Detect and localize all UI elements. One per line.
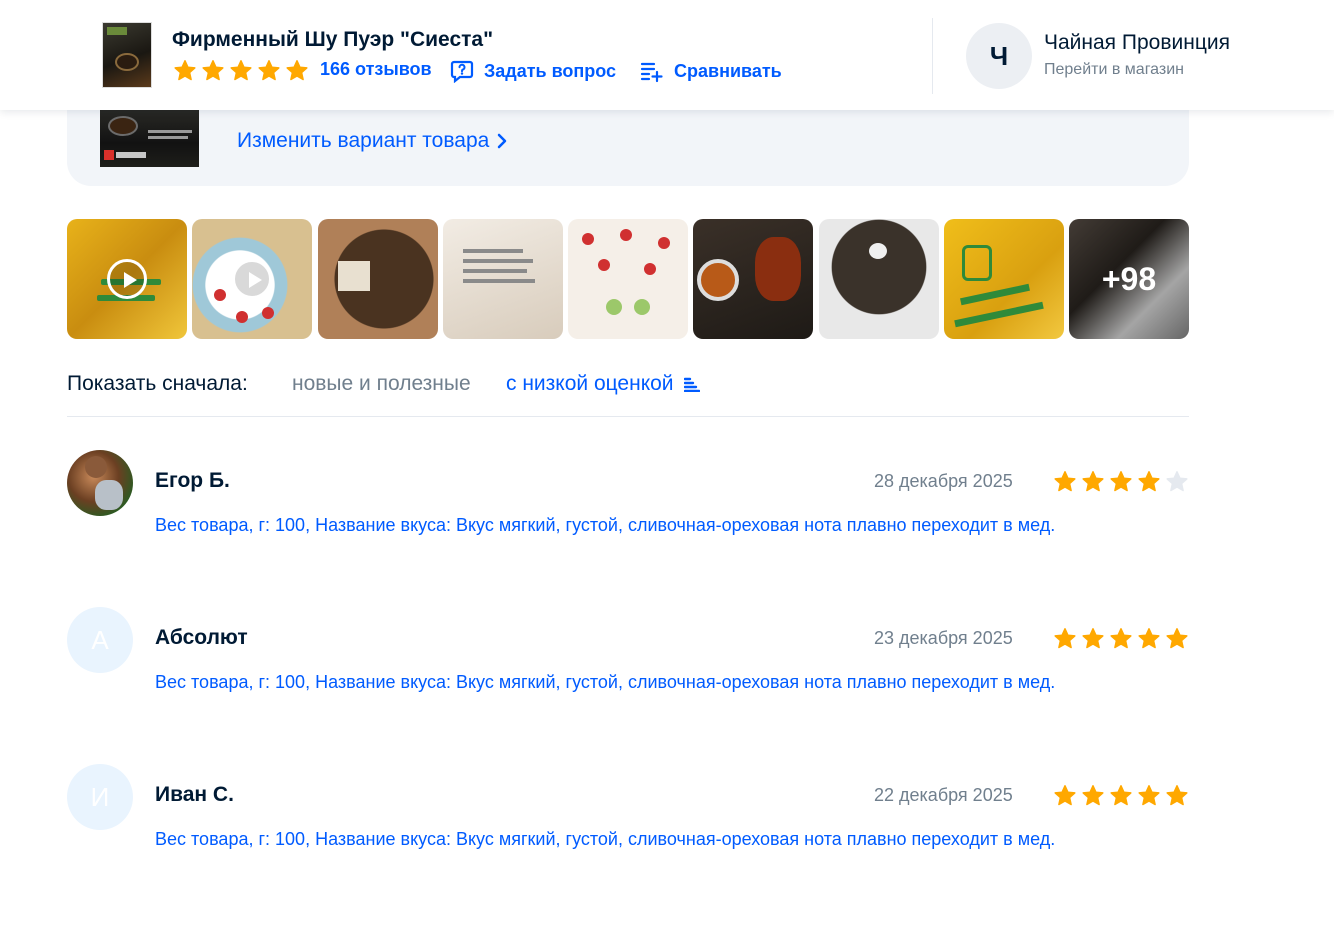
question-bubble-icon [450, 60, 474, 83]
sort-option-low-rating[interactable]: с низкой оценкой [506, 372, 700, 396]
star-filled-icon [1138, 471, 1160, 492]
gallery-photo-more[interactable]: +98 [1069, 219, 1189, 339]
play-video-icon [232, 259, 272, 299]
gallery-photo-video-2[interactable] [192, 219, 312, 339]
review-author[interactable]: Иван С. [155, 783, 234, 807]
header-divider [932, 18, 933, 94]
shop-name[interactable]: Чайная Провинция [1044, 31, 1230, 55]
sort-label: Показать сначала: [67, 372, 248, 395]
play-video-icon [107, 259, 147, 299]
star-filled-icon [1082, 628, 1104, 649]
review-variant-info[interactable]: Вес товара, г: 100, Название вкуса: Вкус… [155, 672, 1055, 693]
star-filled-icon [1110, 471, 1132, 492]
star-empty-icon [1166, 471, 1188, 492]
product-sticky-header: Фирменный Шу Пуэр "Сиеста" 166 отзывов З… [0, 0, 1334, 110]
star-filled-icon [1138, 628, 1160, 649]
reviews-count-link[interactable]: 166 отзывов [320, 59, 432, 80]
sort-option-low-rating-label: с низкой оценкой [506, 372, 674, 395]
review-date: 23 декабря 2025 [874, 628, 1013, 648]
star-filled-icon [1082, 471, 1104, 492]
shop-avatar[interactable]: Ч [966, 23, 1032, 89]
compare-button[interactable]: Сравнивать [640, 59, 782, 83]
avatar[interactable]: И [67, 764, 133, 830]
review-variant-info[interactable]: Вес товара, г: 100, Название вкуса: Вкус… [155, 515, 1055, 536]
ask-question-button[interactable]: Задать вопрос [450, 59, 616, 83]
review-item: Егор Б. 28 декабря 2025 Вес товара, г: 1… [67, 450, 1189, 560]
star-filled-icon [1166, 628, 1188, 649]
star-filled-icon [1054, 628, 1076, 649]
more-photos-count: +98 [1069, 219, 1189, 339]
star-filled-icon [1110, 785, 1132, 806]
star-filled-icon [258, 60, 280, 81]
star-filled-icon [174, 60, 196, 81]
star-filled-icon [1166, 785, 1188, 806]
compare-list-icon [640, 62, 663, 83]
product-title: Фирменный Шу Пуэр "Сиеста" [172, 28, 494, 51]
star-filled-icon [1110, 628, 1132, 649]
gallery-photo-3[interactable] [318, 219, 438, 339]
sort-option-new-useful[interactable]: новые и полезные [292, 372, 471, 396]
change-variant-link[interactable]: Изменить вариант товара [237, 129, 507, 153]
sort-ascending-icon [683, 377, 700, 392]
change-variant-label: Изменить вариант товара [237, 129, 490, 152]
star-filled-icon [202, 60, 224, 81]
avatar[interactable]: А [67, 607, 133, 673]
gallery-photo-video-1[interactable] [67, 219, 187, 339]
star-filled-icon [1082, 785, 1104, 806]
go-to-shop-link[interactable]: Перейти в магазин [1044, 61, 1184, 79]
avatar[interactable] [67, 450, 133, 516]
star-filled-icon [286, 60, 308, 81]
star-filled-icon [1054, 785, 1076, 806]
star-filled-icon [1138, 785, 1160, 806]
ask-question-label: Задать вопрос [484, 60, 617, 81]
review-author[interactable]: Егор Б. [155, 469, 230, 493]
variant-thumbnail[interactable] [100, 108, 199, 167]
review-author[interactable]: Абсолют [155, 626, 248, 650]
gallery-photo-4[interactable] [443, 219, 563, 339]
review-item: И Иван С. 22 декабря 2025 Вес товара, г:… [67, 764, 1189, 874]
gallery-photo-7[interactable] [819, 219, 939, 339]
gallery-photo-8[interactable] [944, 219, 1064, 339]
review-date: 28 декабря 2025 [874, 471, 1013, 491]
sort-divider [67, 416, 1189, 417]
review-item: А Абсолют 23 декабря 2025 Вес товара, г:… [67, 607, 1189, 717]
gallery-photo-6[interactable] [693, 219, 813, 339]
review-variant-info[interactable]: Вес товара, г: 100, Название вкуса: Вкус… [155, 829, 1055, 850]
review-rating-stars [1053, 470, 1189, 494]
review-date: 22 декабря 2025 [874, 785, 1013, 805]
review-rating-stars [1053, 627, 1189, 651]
review-rating-stars [1053, 784, 1189, 808]
chevron-right-icon [498, 133, 507, 149]
compare-label: Сравнивать [674, 60, 782, 81]
product-thumbnail[interactable] [102, 22, 152, 88]
product-rating-stars [173, 59, 309, 83]
star-filled-icon [1054, 471, 1076, 492]
gallery-photo-5[interactable] [568, 219, 688, 339]
star-filled-icon [230, 60, 252, 81]
